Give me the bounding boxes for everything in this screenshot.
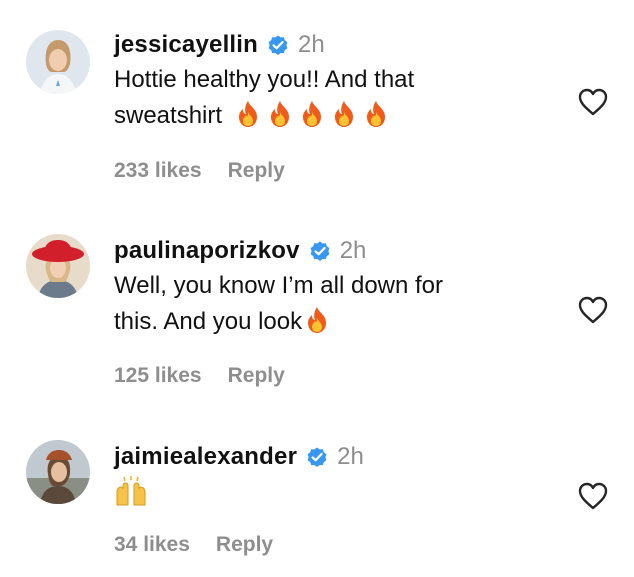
comment-time: 2h <box>339 237 367 264</box>
verified-badge-icon <box>308 239 332 263</box>
comment-time: 2h <box>298 31 325 58</box>
comment-text-word: sweatshirt <box>114 102 223 129</box>
heart-outline-icon[interactable] <box>578 88 608 116</box>
comment-header: jessicayellin 2h <box>114 30 554 60</box>
comment-text: Hottie healthy you!! And that sweatshirt <box>114 62 554 134</box>
verified-badge-icon <box>266 33 290 57</box>
comment-text <box>114 474 554 510</box>
reply-button[interactable]: Reply <box>216 533 273 557</box>
likes-count[interactable]: 233 likes <box>114 159 202 183</box>
fire-emoji <box>238 101 257 127</box>
fire-emoji-group <box>235 101 395 129</box>
verified-badge-icon <box>305 445 329 469</box>
username[interactable]: paulinaporizkov <box>114 237 300 265</box>
comment-meta: 125 likes Reply <box>114 364 285 388</box>
heart-outline-icon[interactable] <box>578 296 608 324</box>
avatar[interactable] <box>26 234 90 298</box>
fire-emoji <box>366 101 385 127</box>
comment-meta: 233 likes Reply <box>114 159 285 183</box>
username[interactable]: jessicayellin <box>114 31 258 59</box>
comment-body: jessicayellin 2h Hottie healthy you!! An… <box>114 30 554 134</box>
likes-count[interactable]: 125 likes <box>114 364 202 388</box>
comment-text: Well, you know I’m all down for this. An… <box>114 268 554 340</box>
username[interactable]: jaimiealexander <box>114 443 297 471</box>
comment-body: jaimiealexander 2h <box>114 442 554 510</box>
comment-text-line: Well, you know I’m all down for <box>114 272 444 299</box>
fire-emoji <box>302 101 321 127</box>
fire-emoji <box>308 307 327 333</box>
fire-emoji <box>270 101 289 127</box>
heart-outline-icon[interactable] <box>578 482 608 510</box>
comment-header: paulinaporizkov 2h <box>114 236 554 266</box>
comment-body: paulinaporizkov 2h Well, you know I’m al… <box>114 236 554 340</box>
reply-button[interactable]: Reply <box>228 159 285 183</box>
likes-count[interactable]: 34 likes <box>114 533 190 557</box>
comment-header: jaimiealexander 2h <box>114 442 554 472</box>
comment-text-line: sweatshirt <box>114 98 554 134</box>
avatar[interactable] <box>26 30 90 94</box>
comment-text-word: this. And you look <box>114 308 303 335</box>
comment-meta: 34 likes Reply <box>114 533 273 557</box>
comment-time: 2h <box>337 443 364 470</box>
fire-emoji <box>334 101 353 127</box>
raising-hands-emoji <box>116 476 146 506</box>
avatar[interactable] <box>26 440 90 504</box>
comment-text-line: Hottie healthy you!! And that <box>114 66 415 93</box>
comment-text-line: this. And you look <box>114 304 554 340</box>
reply-button[interactable]: Reply <box>228 364 285 388</box>
